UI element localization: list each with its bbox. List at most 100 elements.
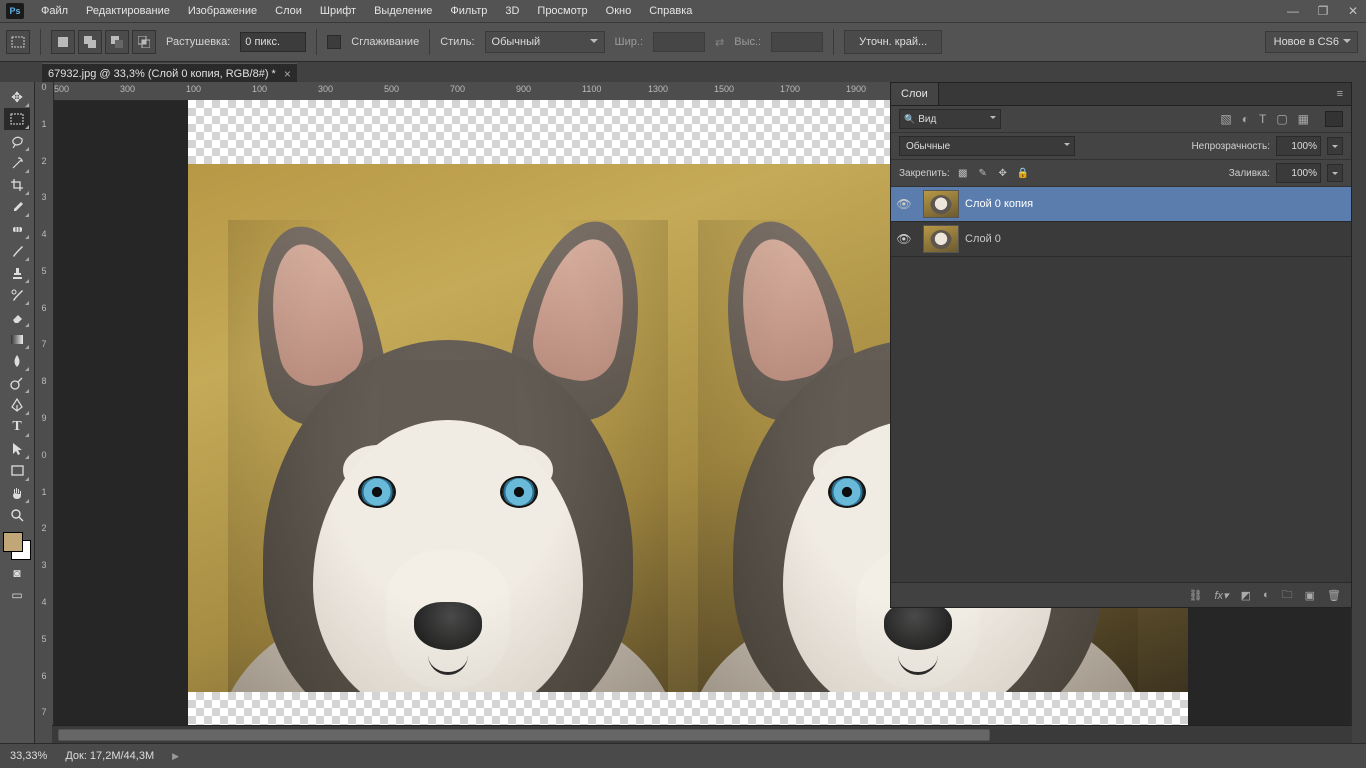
fg-color[interactable] <box>3 532 23 552</box>
whats-new-button[interactable]: Новое в CS6 <box>1265 31 1358 53</box>
lasso-tool[interactable] <box>4 130 30 152</box>
menu-layers[interactable]: Слои <box>266 0 311 22</box>
visibility-icon[interactable]: 👁 <box>891 232 917 246</box>
filter-toggle[interactable] <box>1325 111 1343 127</box>
magic-wand-tool[interactable] <box>4 152 30 174</box>
new-layer-icon[interactable]: ▣ <box>1305 589 1315 602</box>
eyedropper-tool[interactable] <box>4 196 30 218</box>
layer-name[interactable]: Слой 0 <box>965 233 1001 245</box>
delete-layer-icon[interactable]: 🗑 <box>1327 589 1341 602</box>
menu-help[interactable]: Справка <box>640 0 701 22</box>
dodge-tool[interactable] <box>4 372 30 394</box>
lock-trans-icon[interactable]: ▩ <box>956 166 970 180</box>
filter-pixel-icon[interactable]: ▧ <box>1220 112 1231 126</box>
crop-tool[interactable] <box>4 174 30 196</box>
document-tab[interactable]: 67932.jpg @ 33,3% (Слой 0 копия, RGB/8#)… <box>42 63 297 84</box>
fill-label: Заливка: <box>1229 168 1270 179</box>
feather-label: Растушевка: <box>166 36 230 48</box>
gradient-tool[interactable] <box>4 328 30 350</box>
quickmask-icon[interactable]: ◙ <box>6 564 28 582</box>
style-select[interactable]: Обычный <box>485 31 605 53</box>
group-icon[interactable]: 🗀 <box>1282 586 1293 605</box>
layer-row[interactable]: 👁 Слой 0 копия <box>891 187 1351 222</box>
style-label: Стиль: <box>440 36 474 48</box>
adjustment-icon[interactable]: ◐ <box>1263 589 1270 601</box>
lock-pixel-icon[interactable]: ✎ <box>976 166 990 180</box>
stamp-tool[interactable] <box>4 262 30 284</box>
fx-icon[interactable]: fx▾ <box>1214 589 1228 602</box>
filter-adjust-icon[interactable]: ◐ <box>1242 112 1249 126</box>
filter-smart-icon[interactable]: ▦ <box>1298 112 1309 126</box>
marquee-tool-icon[interactable] <box>6 30 30 54</box>
feather-input[interactable] <box>240 32 306 52</box>
lock-pos-icon[interactable]: ✥ <box>996 166 1010 180</box>
sel-add-icon[interactable] <box>78 30 102 54</box>
menu-filter[interactable]: Фильтр <box>441 0 496 22</box>
menu-window[interactable]: Окно <box>597 0 641 22</box>
layer-filter-kind[interactable]: Вид <box>899 109 1001 129</box>
menu-view[interactable]: Просмотр <box>528 0 596 22</box>
opacity-arrow[interactable] <box>1327 137 1343 155</box>
sel-new-icon[interactable] <box>51 30 75 54</box>
menu-type[interactable]: Шрифт <box>311 0 365 22</box>
panel-tab-bar: Слои ≡ <box>891 83 1351 106</box>
brush-tool[interactable] <box>4 240 30 262</box>
menu-file[interactable]: Файл <box>32 0 77 22</box>
layer-name[interactable]: Слой 0 копия <box>965 198 1033 210</box>
scrollbar-thumb[interactable] <box>58 729 990 741</box>
sel-int-icon[interactable] <box>132 30 156 54</box>
opacity-input[interactable] <box>1276 136 1321 156</box>
filter-shape-icon[interactable]: ▢ <box>1276 112 1287 126</box>
width-label: Шир.: <box>615 36 643 48</box>
pen-tool[interactable] <box>4 394 30 416</box>
antialias-label: Сглаживание <box>351 36 419 48</box>
screenmode-icon[interactable]: ▭ <box>6 586 28 604</box>
menu-edit[interactable]: Редактирование <box>77 0 179 22</box>
path-select-tool[interactable] <box>4 438 30 460</box>
visibility-icon[interactable]: 👁 <box>891 197 917 211</box>
move-tool[interactable]: ✥ <box>4 86 30 108</box>
antialias-checkbox[interactable] <box>327 35 341 49</box>
hand-tool[interactable] <box>4 482 30 504</box>
blur-tool[interactable] <box>4 350 30 372</box>
layers-tab[interactable]: Слои <box>891 83 939 105</box>
maximize-icon[interactable]: ❐ <box>1314 4 1332 18</box>
status-bar: 33,33% Док: 17,2M/44,3M ▶ <box>0 743 1366 768</box>
zoom-level[interactable]: 33,33% <box>10 750 47 762</box>
eraser-tool[interactable] <box>4 306 30 328</box>
menu-image[interactable]: Изображение <box>179 0 266 22</box>
history-brush-tool[interactable] <box>4 284 30 306</box>
lock-all-icon[interactable]: 🔒 <box>1016 166 1030 180</box>
sel-sub-icon[interactable] <box>105 30 129 54</box>
layer-list: 👁 Слой 0 копия 👁 Слой 0 <box>891 187 1351 582</box>
menu-3d[interactable]: 3D <box>496 0 528 22</box>
right-dock-strip[interactable] <box>1351 82 1366 744</box>
shape-tool[interactable] <box>4 460 30 482</box>
close-icon[interactable]: ✕ <box>1344 4 1362 18</box>
menu-select[interactable]: Выделение <box>365 0 441 22</box>
zoom-tool[interactable] <box>4 504 30 526</box>
document-tab-bar: 67932.jpg @ 33,3% (Слой 0 копия, RGB/8#)… <box>0 62 1366 84</box>
layer-row[interactable]: 👁 Слой 0 <box>891 221 1351 257</box>
horizontal-scrollbar[interactable] <box>52 725 1352 744</box>
filter-type-icon[interactable]: T <box>1259 112 1266 126</box>
fill-input[interactable] <box>1276 163 1321 183</box>
marquee-tool[interactable] <box>4 108 30 130</box>
layer-thumbnail[interactable] <box>923 225 959 253</box>
layer-thumbnail[interactable] <box>923 190 959 218</box>
doc-size[interactable]: Док: 17,2M/44,3M <box>65 750 154 762</box>
color-swatches[interactable] <box>3 532 31 560</box>
panel-menu-icon[interactable]: ≡ <box>1329 88 1351 100</box>
link-layers-icon[interactable]: ⛓ <box>1189 589 1203 602</box>
mask-icon[interactable]: ◩ <box>1241 589 1251 602</box>
tab-close-icon[interactable]: × <box>284 67 291 81</box>
type-tool[interactable]: T <box>4 416 30 438</box>
fill-arrow[interactable] <box>1327 164 1343 182</box>
layers-footer: ⛓ fx▾ ◩ ◐ 🗀 ▣ 🗑 <box>891 582 1351 607</box>
refine-edge-button[interactable]: Уточн. край... <box>844 30 942 54</box>
opacity-label: Непрозрачность: <box>1191 141 1270 152</box>
layers-panel: Слои ≡ Вид ▧ ◐ T ▢ ▦ Обычные Непрозрачно… <box>890 82 1352 608</box>
minimize-icon[interactable]: — <box>1284 4 1302 18</box>
healing-tool[interactable] <box>4 218 30 240</box>
blend-mode-select[interactable]: Обычные <box>899 136 1075 156</box>
